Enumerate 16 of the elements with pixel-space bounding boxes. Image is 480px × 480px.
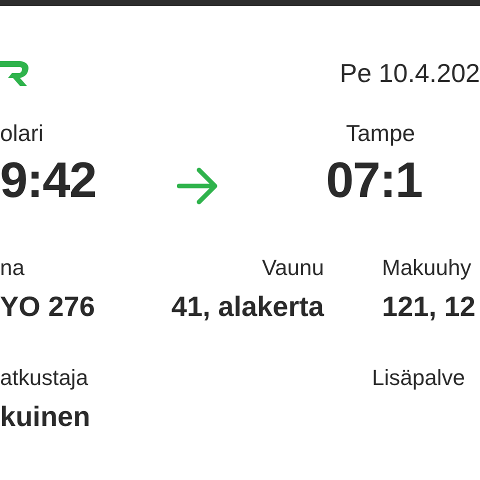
detail-label: atkustaja <box>0 365 88 391</box>
logo-icon <box>0 59 30 87</box>
detail-value: 121, 12 <box>382 291 476 323</box>
departure-station: olari <box>0 120 44 147</box>
detail-value: YO 276 <box>0 291 95 323</box>
departure-time: 9:42 <box>0 151 96 209</box>
detail-label: Vaunu <box>262 255 324 281</box>
detail-value: 41, alakerta <box>171 291 324 323</box>
arrow-right-icon <box>177 167 219 205</box>
arrival-station: Tampe <box>346 120 416 147</box>
arrival-time: 07:1 <box>326 151 422 209</box>
travel-date: Pe 10.4.202 <box>340 58 480 88</box>
detail-value: kuinen <box>0 401 90 433</box>
detail-label: Makuuhy <box>382 255 472 281</box>
detail-label: Lisäpalve <box>372 365 465 391</box>
detail-label: na <box>0 255 24 281</box>
